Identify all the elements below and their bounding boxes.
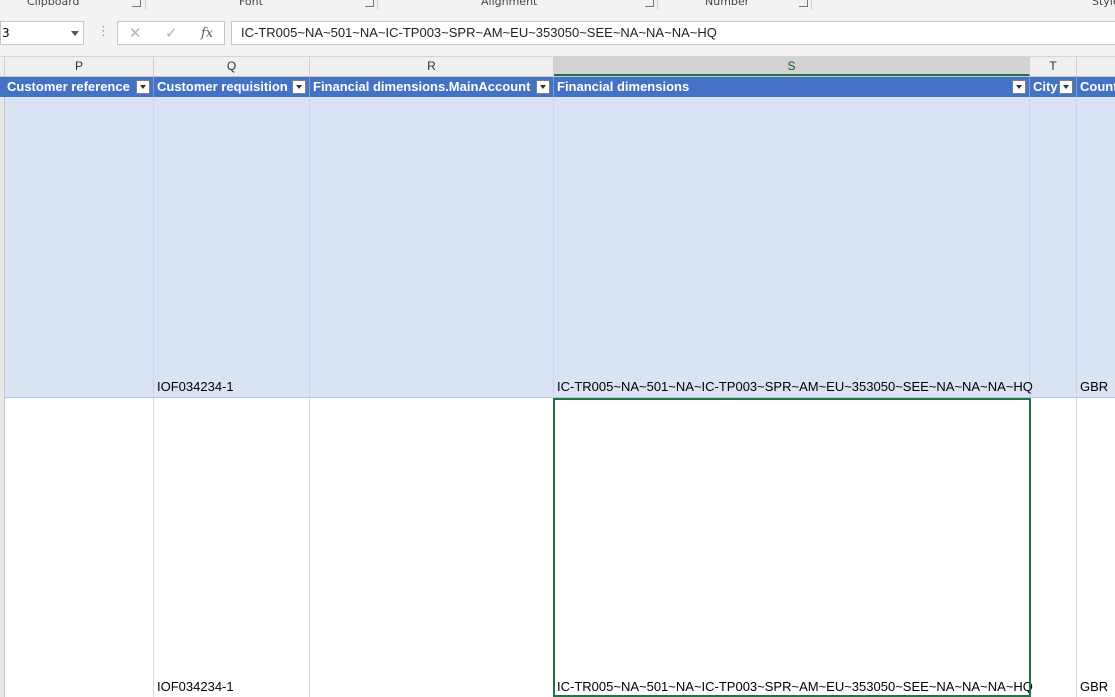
cell-gridline <box>553 398 554 697</box>
header-label: Country <box>1080 79 1115 94</box>
header-customer-reference[interactable]: Customer reference <box>4 77 154 97</box>
ribbon-group-font: Font <box>239 0 263 8</box>
header-customer-requisition[interactable]: Customer requisition <box>154 77 310 97</box>
table-header-row: Customer reference Customer requisition … <box>0 77 1115 97</box>
ribbon-group-alignment: Alignment <box>481 0 538 8</box>
column-header-s[interactable]: S <box>554 57 1030 76</box>
header-label: Customer requisition <box>157 79 288 94</box>
cell-gridline <box>1076 398 1077 697</box>
header-label: Customer reference <box>7 79 130 94</box>
cell-country[interactable]: GBR <box>1080 379 1108 395</box>
header-main-account[interactable]: Financial dimensions.MainAccount <box>310 77 554 97</box>
cell-gridline <box>1029 398 1030 697</box>
cell-gridline <box>153 398 154 697</box>
ribbon-separator <box>145 0 146 10</box>
column-header-r[interactable]: R <box>310 57 554 76</box>
number-launcher-icon[interactable] <box>799 0 808 7</box>
filter-dropdown-icon[interactable] <box>536 80 550 94</box>
ribbon-separator <box>811 0 812 10</box>
cell-financial-dimensions[interactable]: IC-TR005~NA~501~NA~IC-TP003~SPR~AM~EU~35… <box>557 679 1033 695</box>
ribbon-separator <box>377 0 378 10</box>
header-financial-dimensions[interactable]: Financial dimensions <box>554 77 1030 97</box>
cell-customer-requisition[interactable]: IOF034234-1 <box>157 379 234 395</box>
chevron-down-icon[interactable] <box>71 31 79 36</box>
cell-gridline <box>1029 97 1030 397</box>
table-row[interactable]: IOF034234-1 IC-TR005~NA~501~NA~IC-TP003~… <box>0 97 1115 398</box>
cell-gridline <box>309 398 310 697</box>
cell-country[interactable]: GBR <box>1080 679 1108 695</box>
ribbon-group-styles: Styles <box>1092 0 1115 8</box>
filter-dropdown-icon[interactable] <box>292 80 306 94</box>
filter-dropdown-icon[interactable] <box>1012 80 1026 94</box>
cell-financial-dimensions[interactable]: IC-TR005~NA~501~NA~IC-TP003~SPR~AM~EU~35… <box>557 379 1033 395</box>
formula-buttons: ✕ ✓ fx <box>117 21 225 45</box>
cell-gridline <box>553 97 554 397</box>
formula-bar: 3 ⋮ ✕ ✓ fx IC-TR005~NA~501~NA~IC-TP003~S… <box>0 10 1115 57</box>
cell-gridline <box>1076 97 1077 397</box>
insert-function-icon[interactable]: fx <box>201 25 213 43</box>
formula-input[interactable]: IC-TR005~NA~501~NA~IC-TP003~SPR~AM~EU~35… <box>231 21 1115 45</box>
ribbon-separator <box>657 0 658 10</box>
cell-customer-requisition[interactable]: IOF034234-1 <box>157 679 234 695</box>
column-header-u[interactable] <box>1077 57 1115 76</box>
column-headers: P Q R S T <box>0 57 1115 77</box>
name-box-value: 3 <box>2 26 10 40</box>
ribbon-group-clipboard: Clipboard <box>27 0 80 8</box>
filter-dropdown-icon[interactable] <box>1059 80 1073 94</box>
header-city[interactable]: City <box>1030 77 1077 97</box>
row-header-edge[interactable] <box>0 97 5 697</box>
clipboard-launcher-icon[interactable] <box>132 0 141 7</box>
header-label: City <box>1033 79 1058 94</box>
font-launcher-icon[interactable] <box>365 0 374 7</box>
cancel-icon[interactable]: ✕ <box>129 24 142 42</box>
header-label: Financial dimensions.MainAccount <box>313 79 531 94</box>
more-options-icon[interactable]: ⋮ <box>97 24 110 40</box>
name-box[interactable]: 3 <box>0 21 84 45</box>
column-header-q[interactable]: Q <box>154 57 310 76</box>
filter-dropdown-icon[interactable] <box>136 80 150 94</box>
table-row[interactable]: IOF034234-1 IC-TR005~NA~501~NA~IC-TP003~… <box>0 398 1115 697</box>
cell-gridline <box>309 97 310 397</box>
column-header-p[interactable]: P <box>5 57 154 76</box>
column-header-t[interactable]: T <box>1030 57 1077 76</box>
ribbon-group-number: Number <box>705 0 750 8</box>
header-country[interactable]: Country <box>1077 77 1115 97</box>
cell-gridline <box>153 97 154 397</box>
alignment-launcher-icon[interactable] <box>645 0 654 7</box>
enter-check-icon[interactable]: ✓ <box>165 24 178 42</box>
header-label: Financial dimensions <box>557 79 690 94</box>
